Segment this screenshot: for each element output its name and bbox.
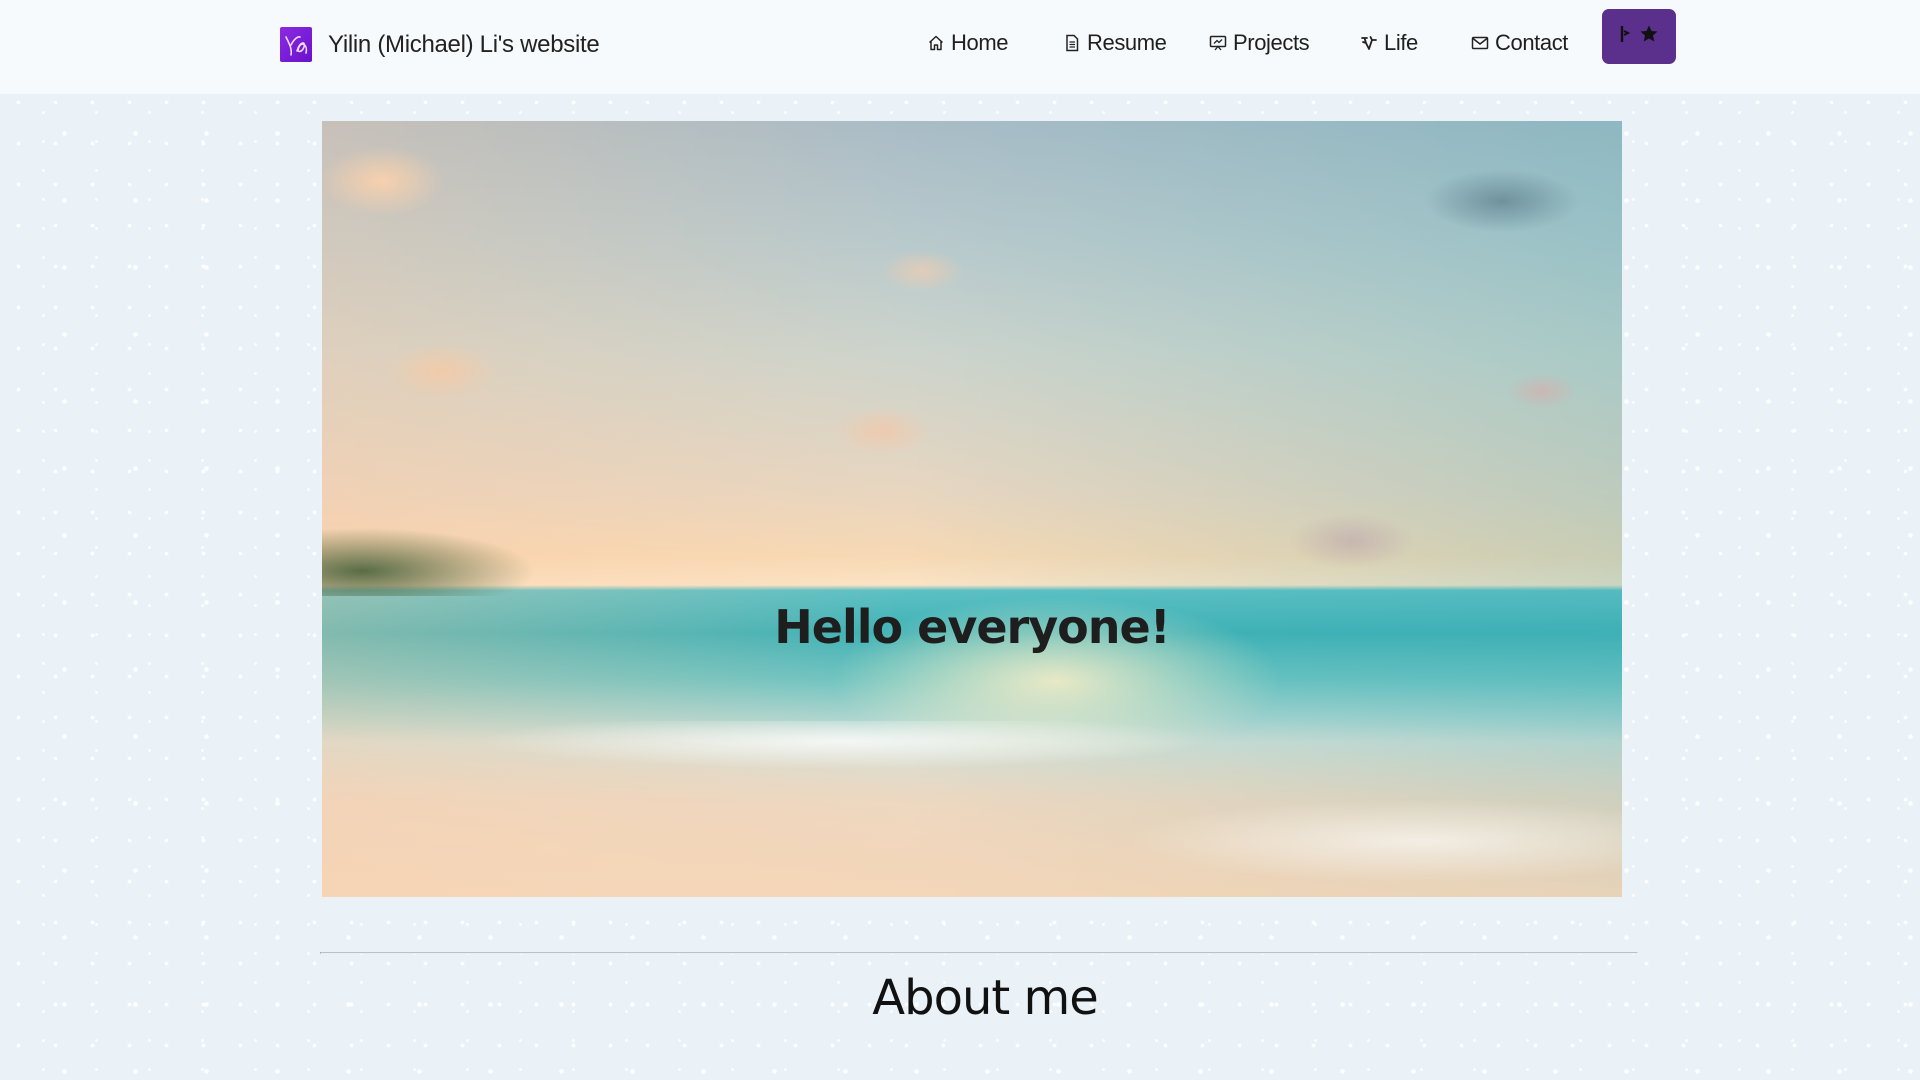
document-icon	[1063, 34, 1081, 52]
nav-label-home: Home	[951, 30, 1009, 55]
presentation-icon	[1209, 34, 1227, 52]
nav-item-resume[interactable]: Resume	[1063, 30, 1167, 56]
nav-label-projects: Projects	[1233, 30, 1310, 55]
theme-toggle-button[interactable]	[1602, 9, 1676, 64]
hero-banner: Hello everyone!	[322, 121, 1622, 897]
about-me-heading: About me	[872, 970, 1098, 1026]
toggle-handle-icon	[1619, 24, 1631, 49]
envelope-icon	[1471, 34, 1489, 52]
nav-item-home[interactable]: Home	[927, 30, 1008, 56]
nav-label-contact: Contact	[1495, 30, 1569, 55]
nav-item-contact[interactable]: Contact	[1471, 30, 1568, 56]
nav-label-life: Life	[1384, 30, 1418, 55]
hero-wave-foam	[322, 721, 1622, 897]
nav-item-projects[interactable]: Projects	[1209, 30, 1310, 56]
home-icon	[927, 34, 945, 52]
bicycle-icon	[1360, 34, 1378, 52]
nav-item-life[interactable]: Life	[1360, 30, 1418, 56]
site-title: Yilin (Michael) Li's website	[328, 30, 600, 58]
ys-monogram-logo-icon	[280, 27, 312, 62]
section-divider	[320, 952, 1638, 954]
site-brand-link[interactable]: Yilin (Michael) Li's website	[280, 27, 600, 62]
top-navbar: Yilin (Michael) Li's website Home Resume…	[0, 0, 1920, 94]
hero-palm-shore	[322, 511, 572, 596]
nav-label-resume: Resume	[1087, 30, 1167, 55]
star-icon	[1639, 24, 1659, 49]
hero-title: Hello everyone!	[774, 599, 1170, 654]
